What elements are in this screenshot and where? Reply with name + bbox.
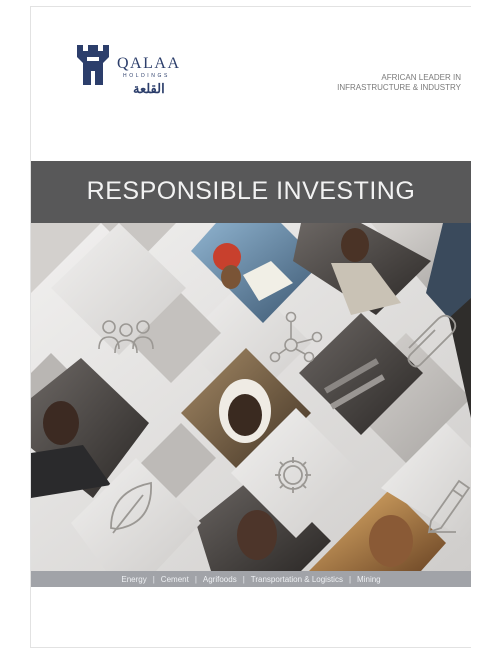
brand-subline: HOLDINGS [123,73,170,79]
photo-mosaic [31,223,471,571]
qalaa-logo: QALAA HOLDINGS القلعة [73,43,193,107]
sector-separator: | [194,574,197,584]
brand-arabic: القلعة [133,81,165,96]
page-title: RESPONSIBLE INVESTING [86,177,416,205]
sectors-band: Energy | Cement | Agrifoods | Transporta… [31,571,471,587]
sector-separator: | [152,574,155,584]
sector-agrifoods: Agrifoods [202,574,237,584]
sector-energy: Energy [121,574,147,584]
tagline: AFRICAN LEADER IN INFRASTRUCTURE & INDUS… [337,73,461,93]
sector-cement: Cement [160,574,189,584]
sector-mining: Mining [357,574,381,584]
sector-transportation: Transportation & Logistics [250,574,343,584]
brand-name: QALAA [117,55,181,72]
tagline-line-1: AFRICAN LEADER IN [381,73,461,82]
title-band: RESPONSIBLE INVESTING [31,161,471,223]
brochure-cover: QALAA HOLDINGS القلعة AFRICAN LEADER IN … [30,6,471,648]
sector-separator: | [348,574,352,584]
castle-icon [77,45,109,85]
tagline-line-2: INFRASTRUCTURE & INDUSTRY [337,83,461,92]
sector-separator: | [242,574,245,584]
